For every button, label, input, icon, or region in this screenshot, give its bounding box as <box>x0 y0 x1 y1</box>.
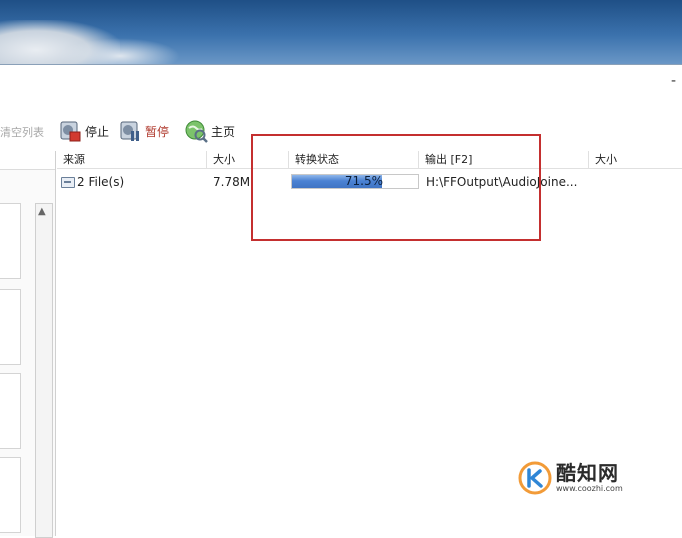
sidebar-card[interactable] <box>0 289 21 365</box>
column-header-output[interactable]: 输出 [F2] <box>419 151 589 169</box>
stop-label: 停止 <box>85 124 110 139</box>
output-path-cell: H:\FFOutput\AudioJoine... <box>426 175 578 189</box>
progress-bar: 71.5% <box>291 174 419 189</box>
column-header-source[interactable]: 来源 <box>57 151 207 169</box>
column-header-status[interactable]: 转换状态 <box>289 151 419 169</box>
toolbar: 清空列表 停止 暂停 主页 <box>0 115 682 145</box>
home-button[interactable]: 主页 <box>184 119 235 143</box>
size-cell: 7.78M <box>213 175 251 189</box>
sidebar-card[interactable] <box>0 203 21 279</box>
pause-icon <box>118 119 142 143</box>
pause-label: 暂停 <box>145 124 170 139</box>
cloud-decoration <box>60 38 180 64</box>
home-label: 主页 <box>211 124 236 139</box>
minimize-button[interactable]: - <box>671 73 676 89</box>
desktop-background <box>0 0 682 64</box>
sidebar-panel: ▲ <box>0 151 56 538</box>
column-header-size[interactable]: 大小 <box>207 151 289 169</box>
clear-list-label: 清空列表 <box>0 126 44 139</box>
clear-list-button[interactable]: 清空列表 <box>0 124 44 140</box>
file-group-icon <box>61 176 75 188</box>
scroll-up-arrow-icon[interactable]: ▲ <box>38 206 46 217</box>
stop-icon <box>58 119 82 143</box>
sidebar-scrollbar[interactable]: ▲ <box>35 203 53 538</box>
source-cell: 2 File(s) <box>61 173 201 191</box>
stop-button[interactable]: 停止 <box>58 119 109 143</box>
table-row[interactable]: 2 File(s) 7.78M 71.5% H:\FFOutput\AudioJ… <box>57 173 682 191</box>
watermark-logo: 酷知网 www.coozhi.com <box>518 452 656 504</box>
coozhi-logo-icon <box>518 461 552 495</box>
home-globe-icon <box>184 119 208 143</box>
status-cell: 71.5% <box>291 173 419 191</box>
watermark-url: www.coozhi.com <box>556 484 623 493</box>
pause-button[interactable]: 暂停 <box>118 119 169 143</box>
sidebar-card[interactable] <box>0 457 21 533</box>
progress-percent: 71.5% <box>344 174 383 188</box>
source-text: 2 File(s) <box>77 175 125 189</box>
sidebar-header <box>0 151 55 170</box>
column-header-output-size[interactable]: 大小 <box>589 151 682 169</box>
watermark-text: 酷知网 www.coozhi.com <box>556 462 623 494</box>
sidebar-card[interactable] <box>0 373 21 449</box>
watermark-title: 酷知网 <box>556 461 619 485</box>
